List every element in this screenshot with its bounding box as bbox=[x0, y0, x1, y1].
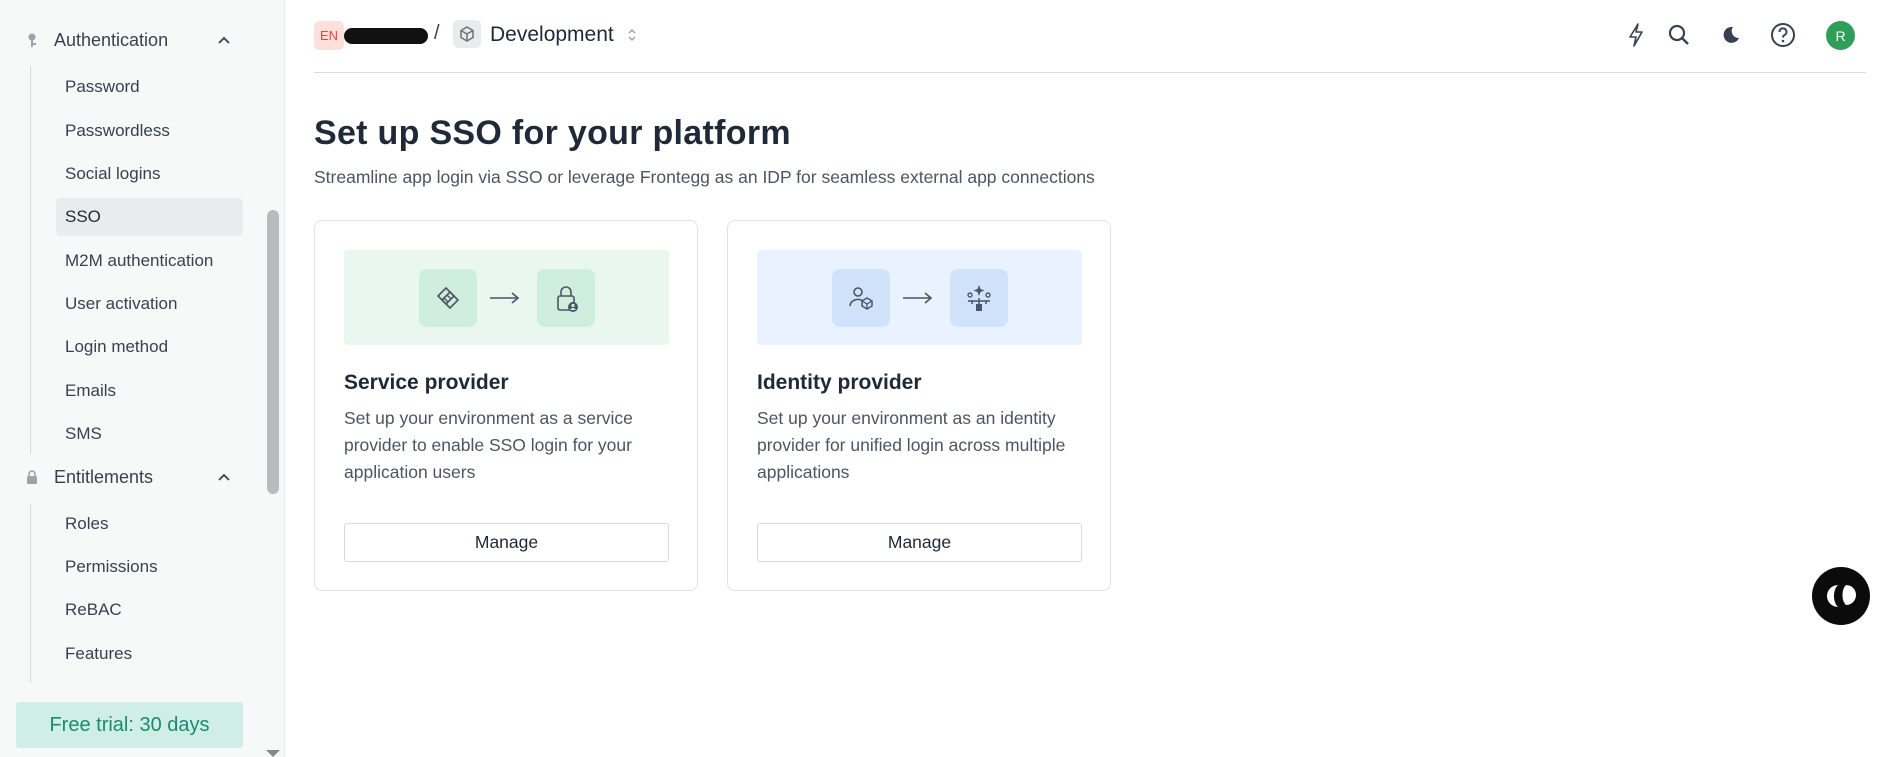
chevron-up-icon[interactable] bbox=[216, 469, 232, 485]
free-trial-button[interactable]: Free trial: 30 days bbox=[16, 702, 243, 748]
sidebar-item-user-activation[interactable]: User activation bbox=[56, 285, 243, 323]
environment-selector[interactable]: Development bbox=[490, 23, 614, 47]
bolt-icon[interactable] bbox=[1619, 18, 1653, 52]
environment-badge: EN bbox=[314, 21, 344, 50]
sidebar-item-roles[interactable]: Roles bbox=[56, 505, 243, 543]
scroll-down-arrow[interactable] bbox=[266, 750, 280, 757]
sidebar-scrollbar[interactable] bbox=[267, 210, 279, 494]
handshake-icon bbox=[418, 268, 477, 327]
page-subtitle: Streamline app login via SSO or leverage… bbox=[314, 167, 1095, 187]
arrow-right-icon bbox=[902, 290, 938, 306]
sidebar-item-login-method[interactable]: Login method bbox=[56, 328, 243, 366]
sidebar-group-entitlements[interactable]: Entitlements bbox=[0, 460, 250, 494]
moon-icon[interactable] bbox=[1713, 18, 1747, 52]
tree-line bbox=[30, 503, 31, 683]
sidebar-item-social-logins[interactable]: Social logins bbox=[56, 155, 243, 193]
chevron-up-icon[interactable] bbox=[216, 32, 232, 48]
user-cube-icon bbox=[831, 268, 890, 327]
service-provider-card: Service provider Set up your environment… bbox=[314, 220, 698, 591]
key-icon bbox=[24, 32, 40, 48]
cube-icon bbox=[453, 20, 481, 48]
updown-chevron-icon[interactable] bbox=[626, 26, 638, 44]
arrow-right-icon bbox=[489, 290, 525, 306]
breadcrumb-separator: / bbox=[434, 22, 440, 44]
card-description: Set up your environment as a service pro… bbox=[344, 408, 633, 482]
sparkle-hierarchy-icon bbox=[949, 268, 1008, 327]
sidebar-item-rebac[interactable]: ReBAC bbox=[56, 591, 243, 629]
manage-service-provider-button[interactable]: Manage bbox=[344, 523, 669, 562]
card-description: Set up your environment as an identity p… bbox=[757, 408, 1066, 482]
search-icon[interactable] bbox=[1662, 18, 1696, 52]
top-bar: EN / Development R bbox=[314, 0, 1866, 73]
identity-provider-illustration bbox=[757, 250, 1082, 345]
lock-icon bbox=[24, 469, 40, 485]
service-provider-illustration bbox=[344, 250, 669, 345]
sidebar: Authentication Password Passwordless Soc… bbox=[0, 0, 285, 757]
sidebar-item-password[interactable]: Password bbox=[56, 68, 243, 106]
card-title: Service provider bbox=[344, 371, 509, 394]
sidebar-item-permissions[interactable]: Permissions bbox=[56, 548, 243, 586]
manage-identity-provider-button[interactable]: Manage bbox=[757, 523, 1082, 562]
sidebar-group-label: Entitlements bbox=[54, 466, 154, 487]
tree-line bbox=[30, 66, 31, 454]
sidebar-item-sms[interactable]: SMS bbox=[56, 415, 243, 453]
card-title: Identity provider bbox=[757, 371, 922, 394]
sidebar-item-emails[interactable]: Emails bbox=[56, 372, 243, 410]
sidebar-item-m2m-authentication[interactable]: M2M authentication bbox=[56, 242, 243, 280]
sidebar-item-sso[interactable]: SSO bbox=[56, 198, 243, 236]
redacted-account-name[interactable] bbox=[344, 28, 428, 44]
chat-icon[interactable] bbox=[1812, 567, 1870, 625]
sidebar-item-passwordless[interactable]: Passwordless bbox=[56, 112, 243, 150]
help-icon[interactable] bbox=[1766, 18, 1800, 52]
sidebar-item-features[interactable]: Features bbox=[56, 635, 243, 673]
page-title: Set up SSO for your platform bbox=[314, 114, 791, 152]
identity-provider-card: Identity provider Set up your environmen… bbox=[727, 220, 1111, 591]
sidebar-group-label: Authentication bbox=[54, 29, 169, 50]
lock-user-icon bbox=[536, 268, 595, 327]
sidebar-group-authentication[interactable]: Authentication bbox=[0, 23, 250, 57]
user-avatar[interactable]: R bbox=[1826, 21, 1855, 50]
